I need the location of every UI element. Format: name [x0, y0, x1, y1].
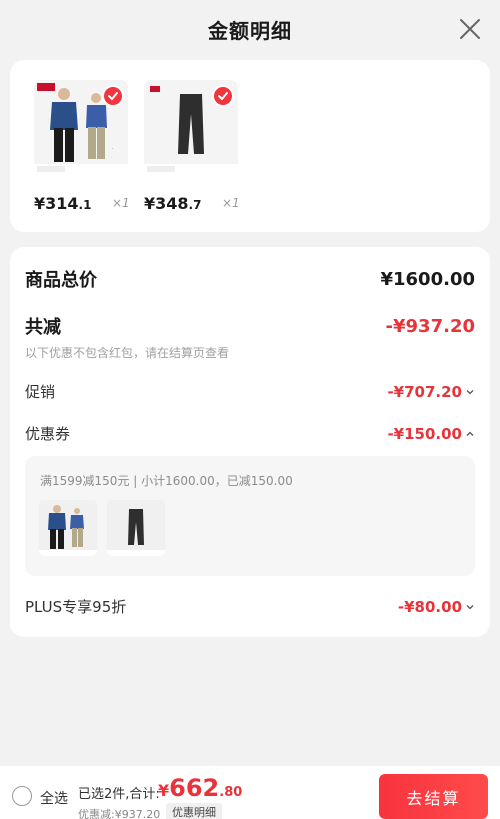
promo-value: -¥707.20 — [387, 382, 462, 401]
product-price: ¥314.1 — [34, 194, 92, 213]
product-qty: ×1 — [112, 196, 130, 210]
plus-amount[interactable]: -¥80.00 — [398, 598, 475, 616]
promo-amount[interactable]: -¥707.20 — [387, 383, 475, 401]
product-qty: ×1 — [222, 196, 240, 210]
total-row: 商品总价 ¥1600.00 — [25, 266, 475, 292]
product-item[interactable]: · — [34, 80, 128, 174]
plus-row[interactable]: PLUS专享95折 -¥80.00 — [25, 596, 475, 617]
discount-summary: 优惠减:¥937.20 — [78, 808, 161, 819]
product-price: ¥348.7 — [144, 194, 202, 213]
chevron-up-icon — [466, 431, 474, 436]
promo-label: 促销 — [25, 383, 56, 401]
select-all-label[interactable]: 全选 — [40, 788, 68, 808]
chevron-down-icon — [466, 389, 474, 394]
coupon-row[interactable]: 优惠券 -¥150.00 — [25, 423, 475, 444]
product-thumbnail[interactable] — [144, 80, 238, 174]
coupon-description: 满1599减150元 | 小计1600.00，已减150.00 — [40, 474, 293, 488]
plus-label: PLUS专享95折 — [25, 598, 127, 616]
total-label: 商品总价 — [25, 270, 97, 291]
modal-title: 金额明细 — [208, 18, 292, 43]
product-item[interactable] — [144, 80, 238, 174]
modal-header: 金额明细 — [0, 0, 500, 58]
product-thumbnail[interactable]: · — [34, 80, 128, 174]
coupon-product-thumbnail — [39, 500, 97, 556]
discount-label: 共减 — [25, 317, 61, 338]
coupon-value: -¥150.00 — [387, 424, 462, 443]
selected-count: 已选2件,合计: — [78, 787, 160, 802]
total-amount: ¥662.80 — [158, 774, 243, 802]
checkout-bar: 全选 已选2件,合计: ¥662.80 优惠减:¥937.20 优惠明细 去结算 — [0, 766, 500, 819]
products-card: · ¥314.1 ×1 ¥348.7 ×1 — [10, 60, 490, 232]
checked-icon[interactable] — [102, 85, 124, 107]
discount-row: 共减 -¥937.20 — [25, 313, 475, 339]
summary-card: 商品总价 ¥1600.00 共减 -¥937.20 以下优惠不包含红包，请在结算… — [10, 247, 490, 637]
discount-hint: 以下优惠不包含红包，请在结算页查看 — [25, 346, 230, 360]
discount-value: -¥937.20 — [385, 315, 475, 337]
discount-detail-button[interactable]: 优惠明细 — [166, 803, 222, 819]
plus-value: -¥80.00 — [397, 597, 462, 616]
select-all-radio[interactable] — [12, 786, 32, 806]
close-icon[interactable] — [458, 17, 482, 41]
coupon-amount[interactable]: -¥150.00 — [387, 425, 475, 443]
coupon-detail-box: 满1599减150元 | 小计1600.00，已减150.00 — [25, 456, 475, 576]
total-value: ¥1600.00 — [380, 268, 475, 290]
checkout-button[interactable]: 去结算 — [379, 774, 488, 819]
checked-icon[interactable] — [212, 85, 234, 107]
chevron-down-icon — [466, 604, 474, 609]
promo-row[interactable]: 促销 -¥707.20 — [25, 381, 475, 402]
coupon-label: 优惠券 — [25, 425, 71, 443]
coupon-product-thumbnail — [107, 500, 165, 556]
svg-text:·: · — [112, 146, 113, 151]
